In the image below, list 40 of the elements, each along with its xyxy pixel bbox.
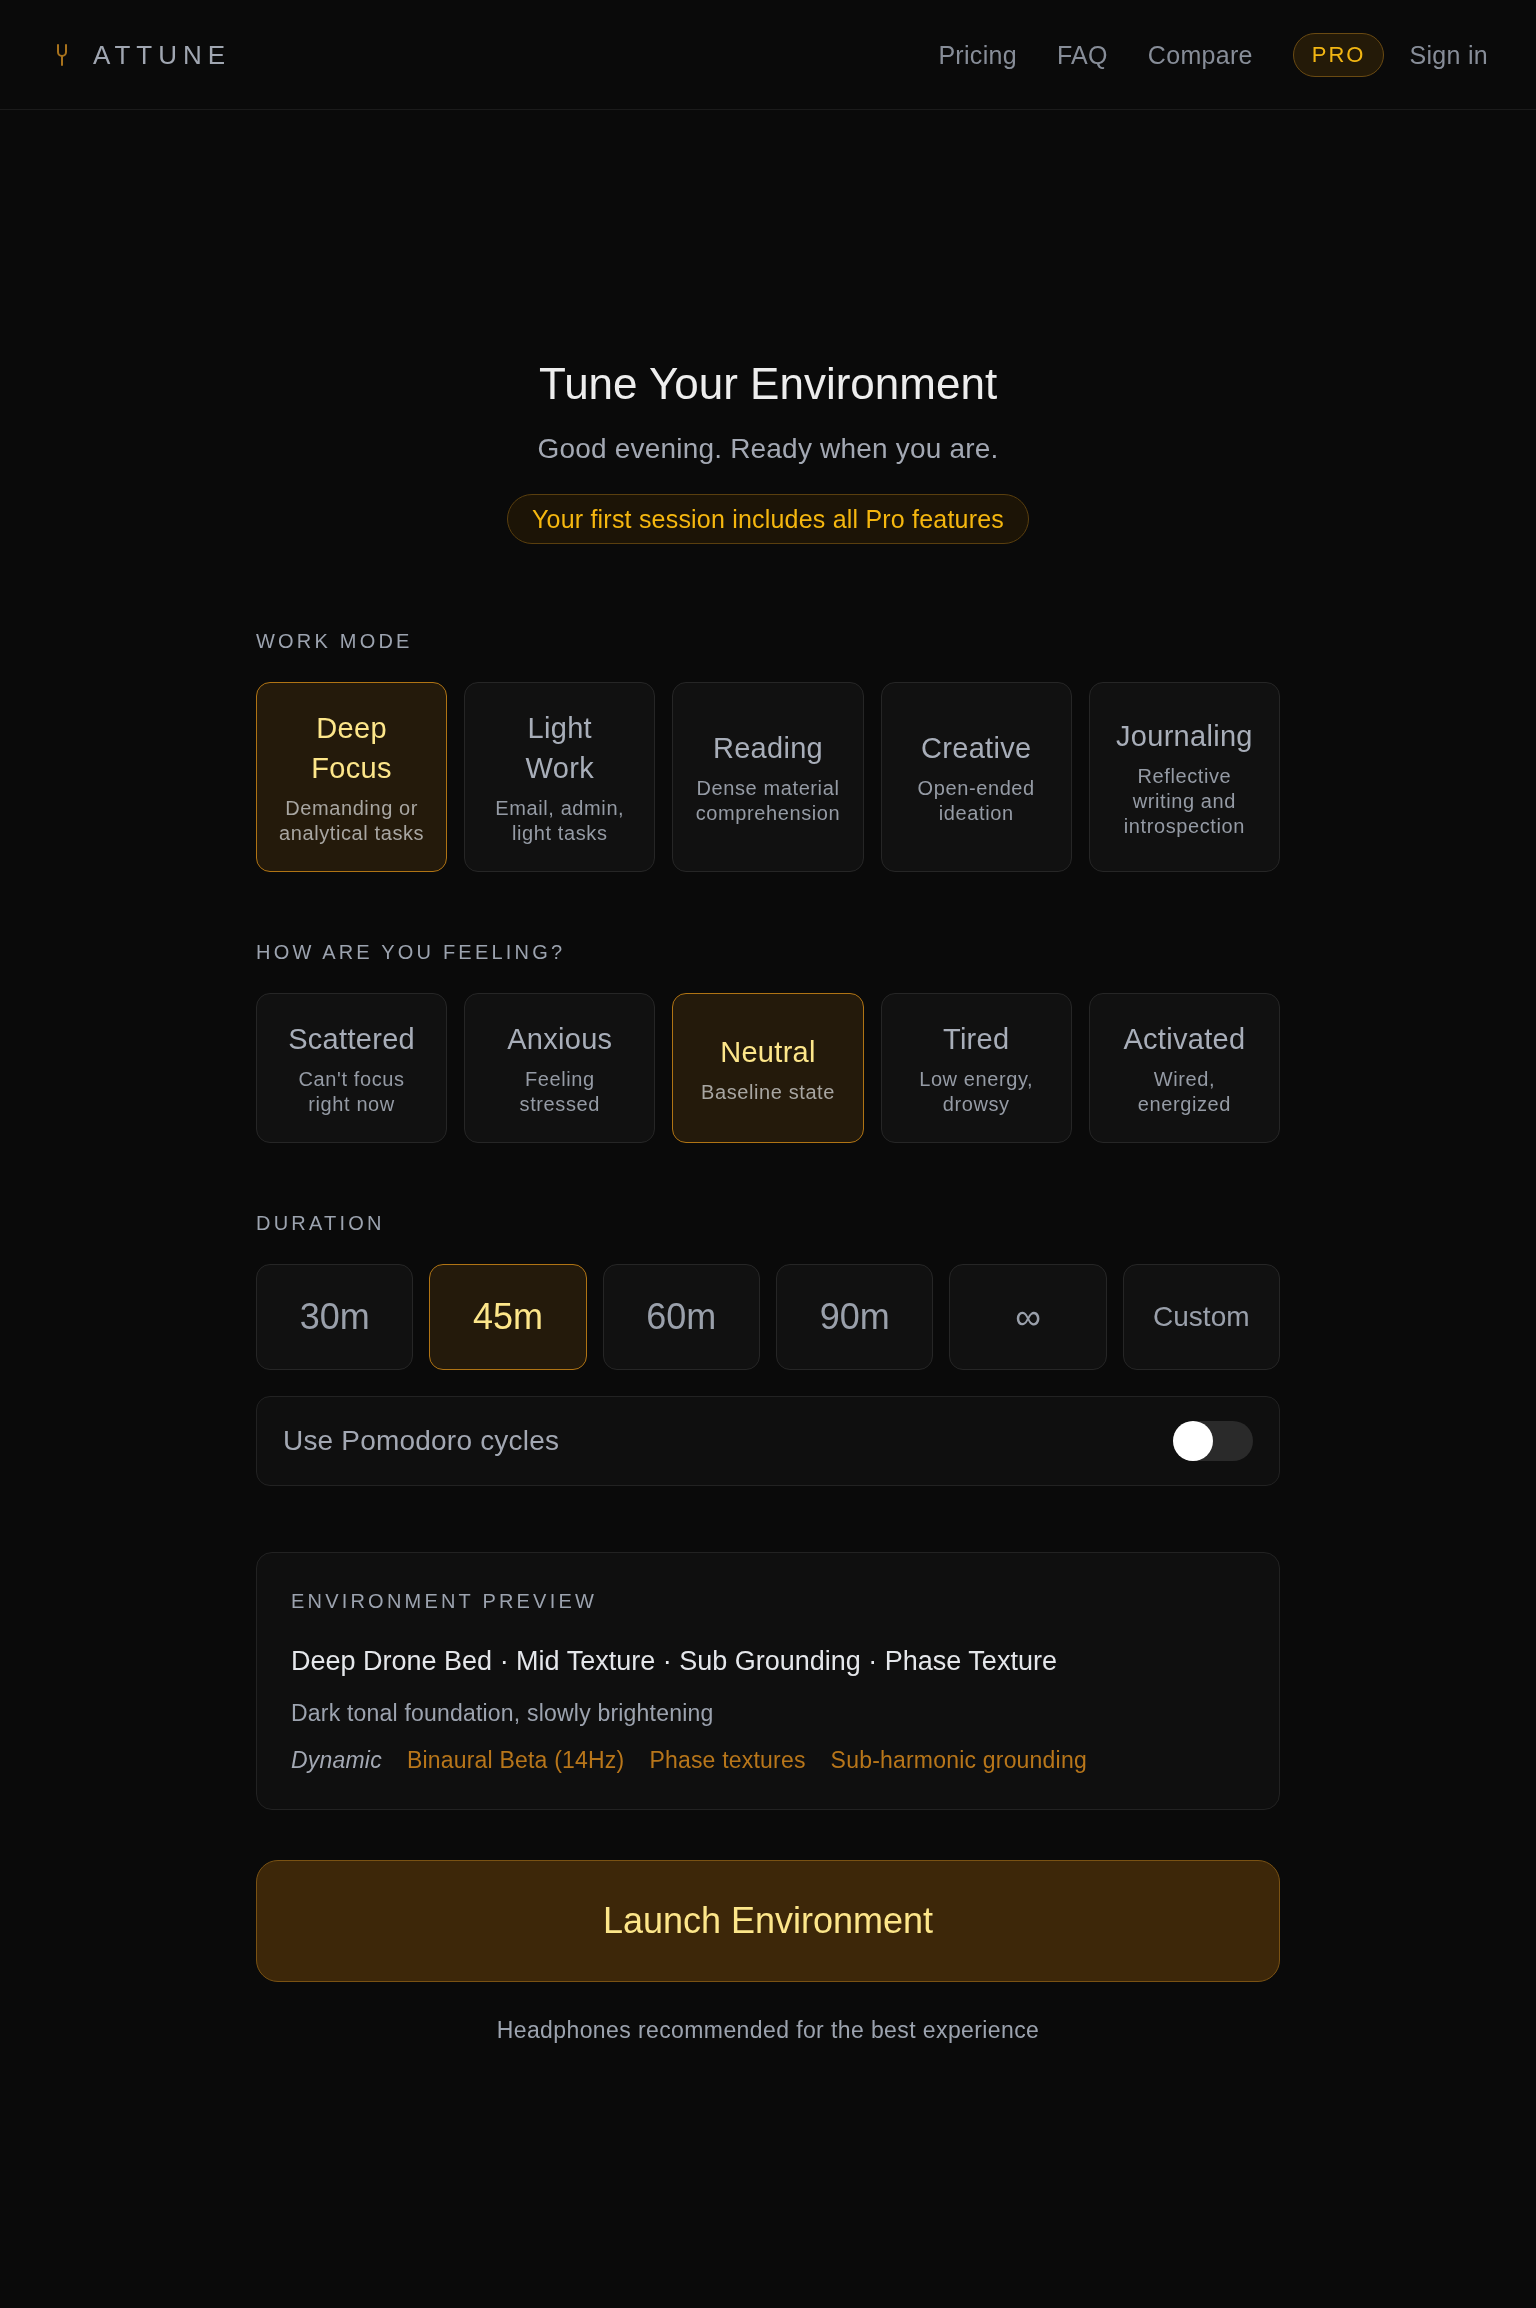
nav-link[interactable]: Compare: [1147, 38, 1253, 71]
mode-label: Dynamic: [291, 1746, 382, 1775]
duration-option[interactable]: ∞: [949, 1264, 1107, 1370]
work-mode-card[interactable]: Reading Dense material comprehension: [672, 682, 864, 872]
pro-badge[interactable]: PRO: [1292, 32, 1385, 77]
setting-label: Use Pomodoro cycles: [283, 1424, 560, 1458]
duration-option[interactable]: 30m: [256, 1264, 414, 1370]
feeling-card[interactable]: Activated Wired, energized: [1088, 993, 1280, 1143]
feeling-card[interactable]: Anxious Feeling stressed: [464, 993, 656, 1143]
nav-link[interactable]: FAQ: [1056, 38, 1108, 71]
preview-description: Dark tonal foundation, slowly brightening: [291, 1699, 714, 1728]
promo-banner: Your first session includes all Pro features: [507, 494, 1029, 544]
section-label: WORK MODE: [256, 629, 413, 654]
work-mode-card[interactable]: Light Work Email, admin, light tasks: [464, 682, 656, 872]
preview-label: ENVIRONMENT PREVIEW: [291, 1589, 597, 1614]
pomodoro-toggle[interactable]: [1173, 1421, 1253, 1461]
feature-name: Binaural Beta (14Hz): [406, 1746, 625, 1775]
work-mode-card[interactable]: Deep Focus Demanding or analytical tasks: [256, 682, 448, 872]
work-mode-card[interactable]: Creative Open-ended ideation: [880, 682, 1072, 872]
launch-button[interactable]: Launch Environment: [256, 1860, 1280, 1982]
greeting-subtitle: Good evening. Ready when you are.: [537, 432, 999, 466]
layer-list: Deep Drone Bed · Mid Texture · Sub Grounding · Phase Texture: [291, 1642, 1057, 1680]
feature-name: Sub-harmonic grounding: [830, 1746, 1087, 1775]
feeling-card[interactable]: Scattered Can't focus right now: [256, 993, 448, 1143]
section-label: HOW ARE YOU FEELING?: [256, 940, 566, 965]
nav-link[interactable]: Pricing: [938, 38, 1017, 71]
duration-option[interactable]: 90m: [776, 1264, 934, 1370]
page-title: Tune Your Environment: [538, 358, 998, 410]
section-label: DURATION: [256, 1211, 385, 1236]
work-mode-card[interactable]: Journaling Reflective writing and introspection: [1088, 682, 1280, 872]
feature-name: Phase textures: [649, 1746, 806, 1775]
feeling-card[interactable]: Neutral Baseline state: [672, 993, 864, 1143]
tuning-fork-icon: [56, 43, 68, 66]
duration-option[interactable]: 60m: [602, 1264, 760, 1370]
custom-duration-button[interactable]: Custom: [1122, 1264, 1280, 1370]
footer-note: Headphones recommended for the best experience: [496, 2016, 1040, 2045]
sign-in-link[interactable]: Sign in: [1409, 38, 1488, 71]
duration-option[interactable]: 45m: [429, 1264, 587, 1370]
brand-name: ATTUNE: [93, 38, 232, 71]
feeling-card[interactable]: Tired Low energy, drowsy: [880, 993, 1072, 1143]
